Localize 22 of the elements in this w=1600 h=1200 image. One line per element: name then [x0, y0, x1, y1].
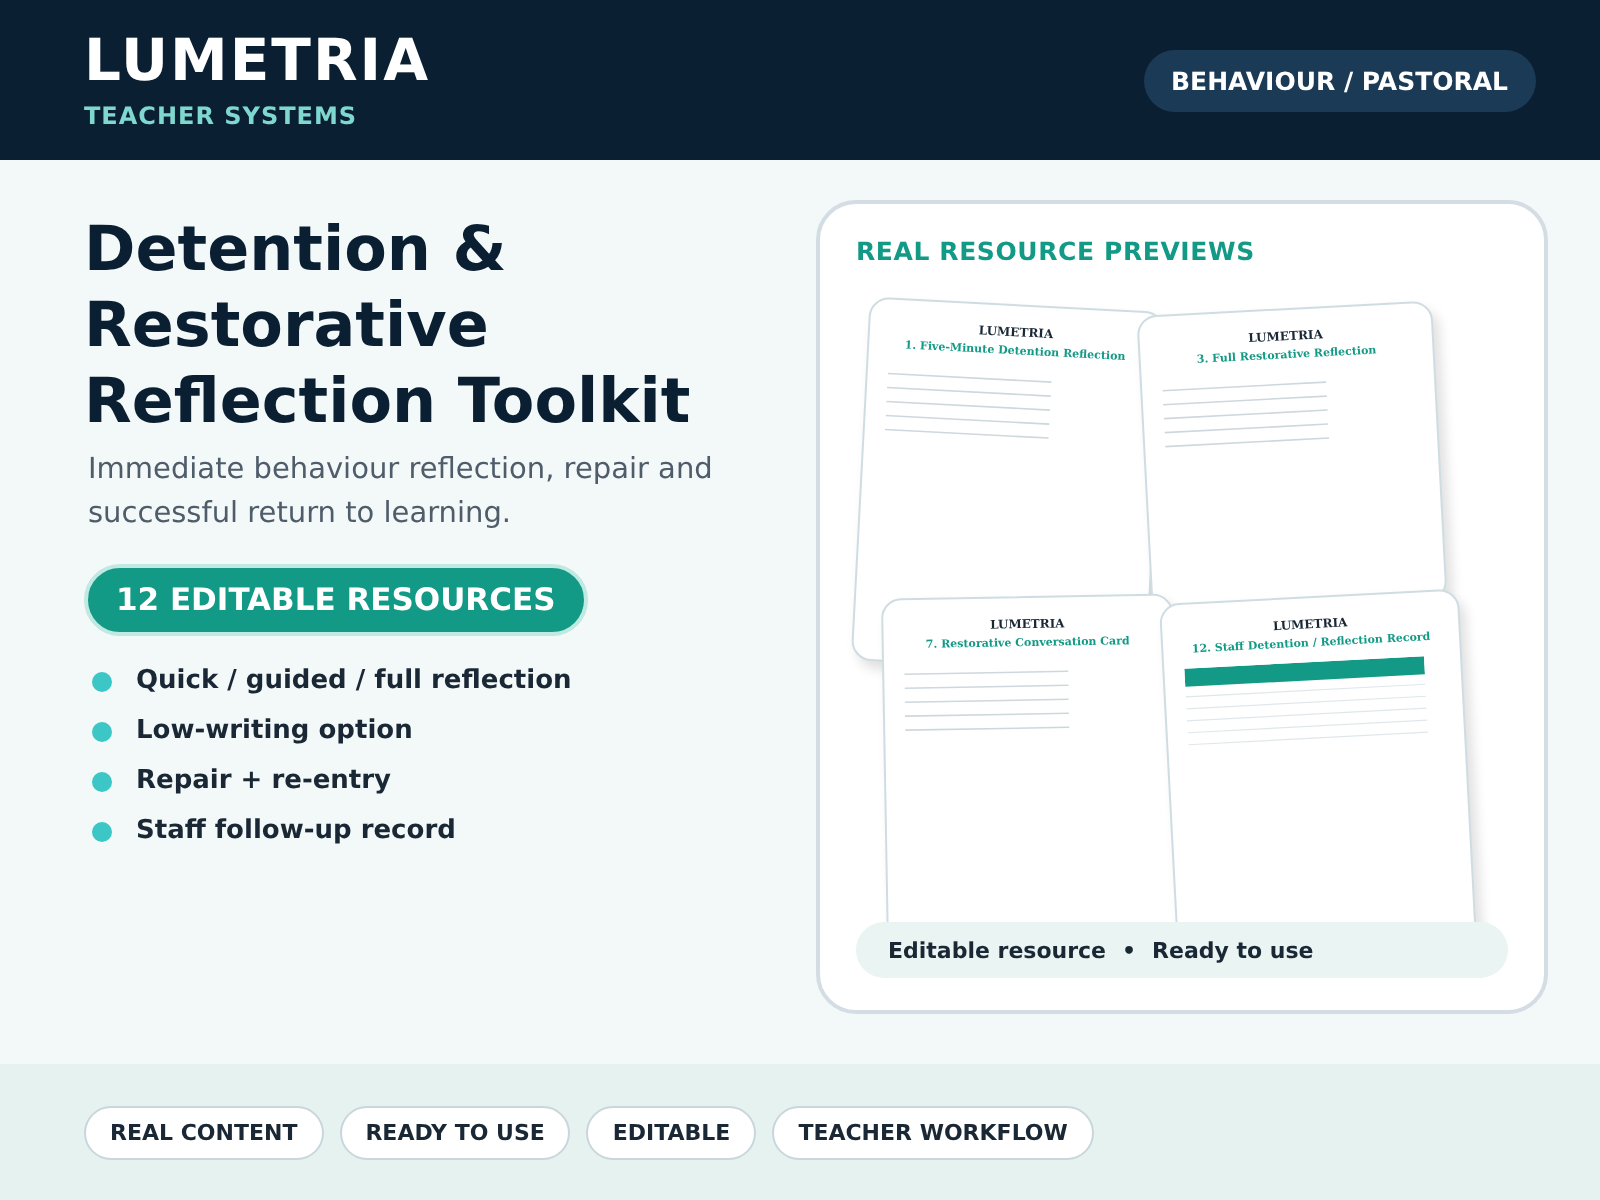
feature-tag: TEACHER WORKFLOW [772, 1105, 1094, 1159]
bullet-icon [92, 722, 112, 742]
bullet-icon [92, 772, 112, 792]
feature-text: Staff follow-up record [136, 814, 456, 850]
note-text: Ready to use [1152, 937, 1314, 963]
panel-title: REAL RESOURCE PREVIEWS [856, 236, 1257, 266]
note-text: Editable resource [888, 937, 1107, 963]
page-title: Detention & Restorative Reflection Toolkit [84, 212, 693, 440]
bullet-icon [92, 672, 112, 692]
feature-tag: READY TO USE [339, 1105, 571, 1159]
feature-tag: EDITABLE [586, 1105, 757, 1159]
category-badge: BEHAVIOUR / PASTORAL [1143, 49, 1536, 111]
bullet-icon [92, 822, 112, 842]
feature-text: Repair + re-entry [136, 764, 392, 800]
tagline: TEACHER SYSTEMS [84, 101, 360, 129]
note-text: • [1122, 937, 1137, 963]
feature-text: Quick / guided / full reflection [136, 664, 572, 700]
feature-tag: REAL CONTENT [84, 1105, 324, 1159]
feature-text: Low-writing option [136, 714, 413, 750]
resource-count-pill: 12 EDITABLE RESOURCES [84, 564, 588, 636]
brand-logo: LUMETRIA [84, 31, 431, 89]
subtitle: Immediate behaviour reflection, repair and successful return to learning. [88, 452, 715, 534]
